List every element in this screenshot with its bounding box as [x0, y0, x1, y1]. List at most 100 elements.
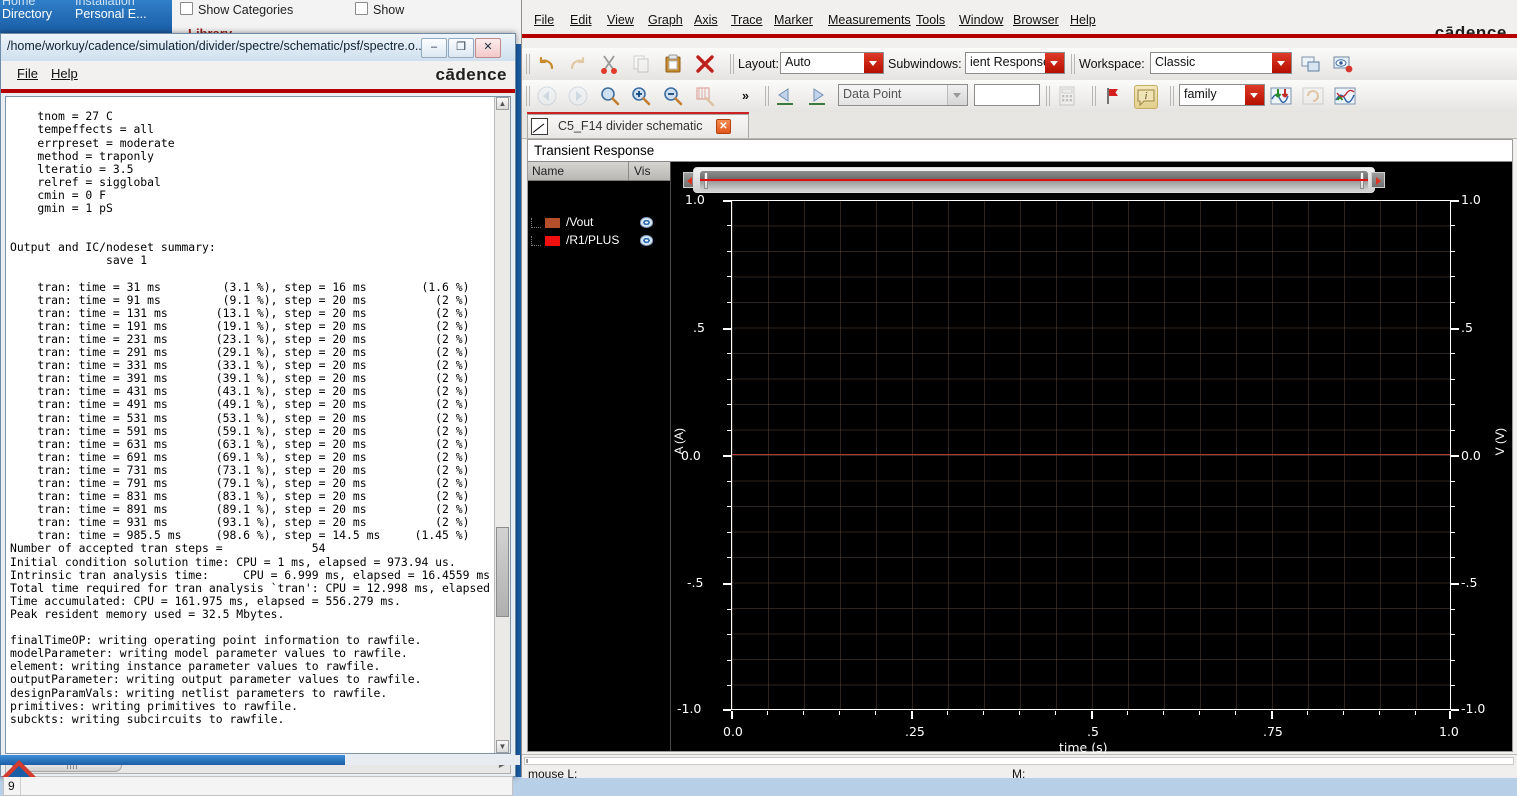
data-point-dropdown[interactable]: Data Point	[838, 84, 968, 106]
chevron-down-icon[interactable]	[1245, 85, 1264, 105]
chevron-down-icon[interactable]	[864, 53, 883, 73]
menu-trace[interactable]: Trace	[731, 13, 763, 27]
show-categories-checkbox[interactable]: Show Categories	[180, 2, 293, 17]
toolbar-grip[interactable]	[730, 54, 736, 74]
subwindows-value: ient Response	[970, 55, 1050, 69]
visibility-eye-icon[interactable]	[640, 217, 653, 228]
zoom-in-icon[interactable]	[630, 85, 652, 107]
spectre-menu-bar: File Help cādence	[1, 61, 515, 89]
paste-icon[interactable]	[662, 53, 684, 75]
menu-axis[interactable]: Axis	[694, 13, 718, 27]
slider-handle-right[interactable]	[1360, 172, 1364, 189]
show-categories-label: Show Categories	[198, 3, 294, 17]
delete-icon[interactable]	[694, 53, 716, 75]
menu-help[interactable]: Help	[1070, 13, 1096, 27]
pan-right-arrow-icon[interactable]	[1371, 172, 1385, 188]
menu-file[interactable]: File	[534, 13, 554, 27]
menu-view[interactable]: View	[607, 13, 634, 27]
toolbar-overflow-button[interactable]: »	[742, 89, 749, 103]
layout-dropdown[interactable]: Auto	[780, 52, 884, 74]
scroll-down-arrow-icon[interactable]: ▼	[496, 740, 509, 753]
toolbar-grip[interactable]	[765, 86, 771, 106]
viva-menu-bar: File Edit View Graph Axis Trace Marker M…	[522, 10, 1517, 42]
family-dropdown[interactable]: family	[1179, 84, 1265, 106]
back-arrow-icon[interactable]	[536, 85, 558, 107]
split-trace-icon[interactable]	[1334, 85, 1356, 107]
menu-window[interactable]: Window	[959, 13, 1003, 27]
pan-slider-track[interactable]	[693, 167, 1375, 193]
workspace-value: Classic	[1155, 55, 1196, 69]
menu-help[interactable]: Help	[51, 66, 78, 81]
signal-name: /Vout	[566, 215, 594, 229]
y-tick-left-1: 1.0	[685, 192, 705, 207]
info-balloon-icon[interactable]: i	[1134, 85, 1158, 109]
desktop-taskbar-left[interactable]: Home Directory Installation Personal E..…	[0, 0, 172, 33]
chevron-down-icon[interactable]	[1045, 53, 1064, 73]
undo-icon[interactable]	[536, 53, 558, 75]
toolbar-grip[interactable]	[1071, 54, 1077, 74]
plot-area[interactable]: 1.0 .5 0.0 -.5 -1.0 A (A) 1.0 .5 0.0 -.5…	[671, 162, 1512, 755]
layout-label: Layout:	[738, 57, 780, 71]
subwindows-dropdown[interactable]: ient Response	[965, 52, 1065, 74]
close-icon[interactable]: ✕	[716, 119, 731, 134]
send-to-trace-icon[interactable]	[1270, 85, 1292, 107]
status-divider	[20, 777, 21, 795]
chevron-down-icon[interactable]	[947, 85, 967, 105]
chevron-down-icon[interactable]	[1272, 53, 1291, 73]
scroll-up-arrow-icon[interactable]: ▲	[496, 97, 509, 110]
menu-marker[interactable]: Marker	[774, 13, 813, 27]
tab-c5-f14-divider-schematic[interactable]: C5_F14 divider schematic ✕	[527, 114, 749, 138]
hide-workspace-icon[interactable]	[1332, 53, 1354, 75]
forward-arrow-icon[interactable]	[567, 85, 589, 107]
workspace-dropdown[interactable]: Classic	[1150, 52, 1292, 74]
horizontal-pan-slider[interactable]	[683, 167, 1385, 193]
red-accent-bar	[1, 89, 515, 93]
red-accent-bar	[522, 34, 1517, 38]
swap-trace-icon[interactable]	[1302, 85, 1324, 107]
menu-tools[interactable]: Tools	[916, 13, 945, 27]
toolbar-grip[interactable]	[1092, 86, 1098, 106]
zoom-out-icon[interactable]	[662, 85, 684, 107]
toolbar-grip[interactable]	[526, 86, 532, 106]
show-files-label: Show	[373, 3, 405, 17]
show-files-checkbox[interactable]: Show	[355, 2, 404, 17]
y-tick-right-2: .5	[1461, 320, 1473, 335]
save-workspace-icon[interactable]	[1300, 53, 1322, 75]
calculator-icon[interactable]	[1056, 85, 1078, 107]
scrollbar-thumb[interactable]	[496, 527, 509, 617]
y-tick-left-5: -1.0	[677, 701, 702, 716]
list-item[interactable]: /R1/PLUS	[528, 232, 670, 250]
menu-browser[interactable]: Browser	[1013, 13, 1059, 27]
pan-slider-thumb[interactable]	[700, 171, 1368, 190]
menu-graph[interactable]: Graph	[648, 13, 683, 27]
copy-icon[interactable]	[630, 53, 652, 75]
chart-canvas[interactable]	[731, 200, 1451, 710]
slider-handle-left[interactable]	[704, 172, 708, 189]
triangle-inner-icon	[8, 766, 30, 777]
next-point-icon[interactable]	[806, 85, 828, 107]
x-tick-5: 1.0	[1439, 724, 1459, 739]
visibility-eye-icon[interactable]	[640, 235, 653, 246]
toolbar-grip[interactable]	[1170, 86, 1176, 106]
cut-icon[interactable]	[598, 53, 620, 75]
log-vertical-scrollbar[interactable]: ▲ ▼	[494, 97, 510, 753]
minimize-button[interactable]: –	[421, 38, 447, 58]
zoom-fit-icon[interactable]	[599, 85, 621, 107]
zoom-region-icon[interactable]	[694, 85, 716, 107]
list-item[interactable]: /Vout	[528, 214, 670, 232]
redo-icon[interactable]	[566, 53, 588, 75]
page-title: Transient Response	[534, 143, 655, 158]
data-point-input[interactable]	[974, 84, 1040, 106]
menu-measurements[interactable]: Measurements	[828, 13, 911, 27]
red-flag-icon[interactable]	[1102, 85, 1124, 107]
chart-gridlines	[732, 201, 1450, 709]
maximize-button[interactable]: ❐	[448, 38, 474, 58]
menu-file[interactable]: File	[17, 66, 38, 81]
spectre-title-bar[interactable]: /home/workuy/cadence/simulation/divider/…	[1, 34, 515, 62]
toolbar-grip[interactable]	[1046, 86, 1052, 106]
toolbar-grip[interactable]	[526, 54, 532, 74]
prev-point-icon[interactable]	[774, 85, 796, 107]
menu-edit[interactable]: Edit	[570, 13, 592, 27]
close-button[interactable]: ✕	[475, 38, 501, 58]
y-tick-left-4: -.5	[687, 575, 704, 590]
